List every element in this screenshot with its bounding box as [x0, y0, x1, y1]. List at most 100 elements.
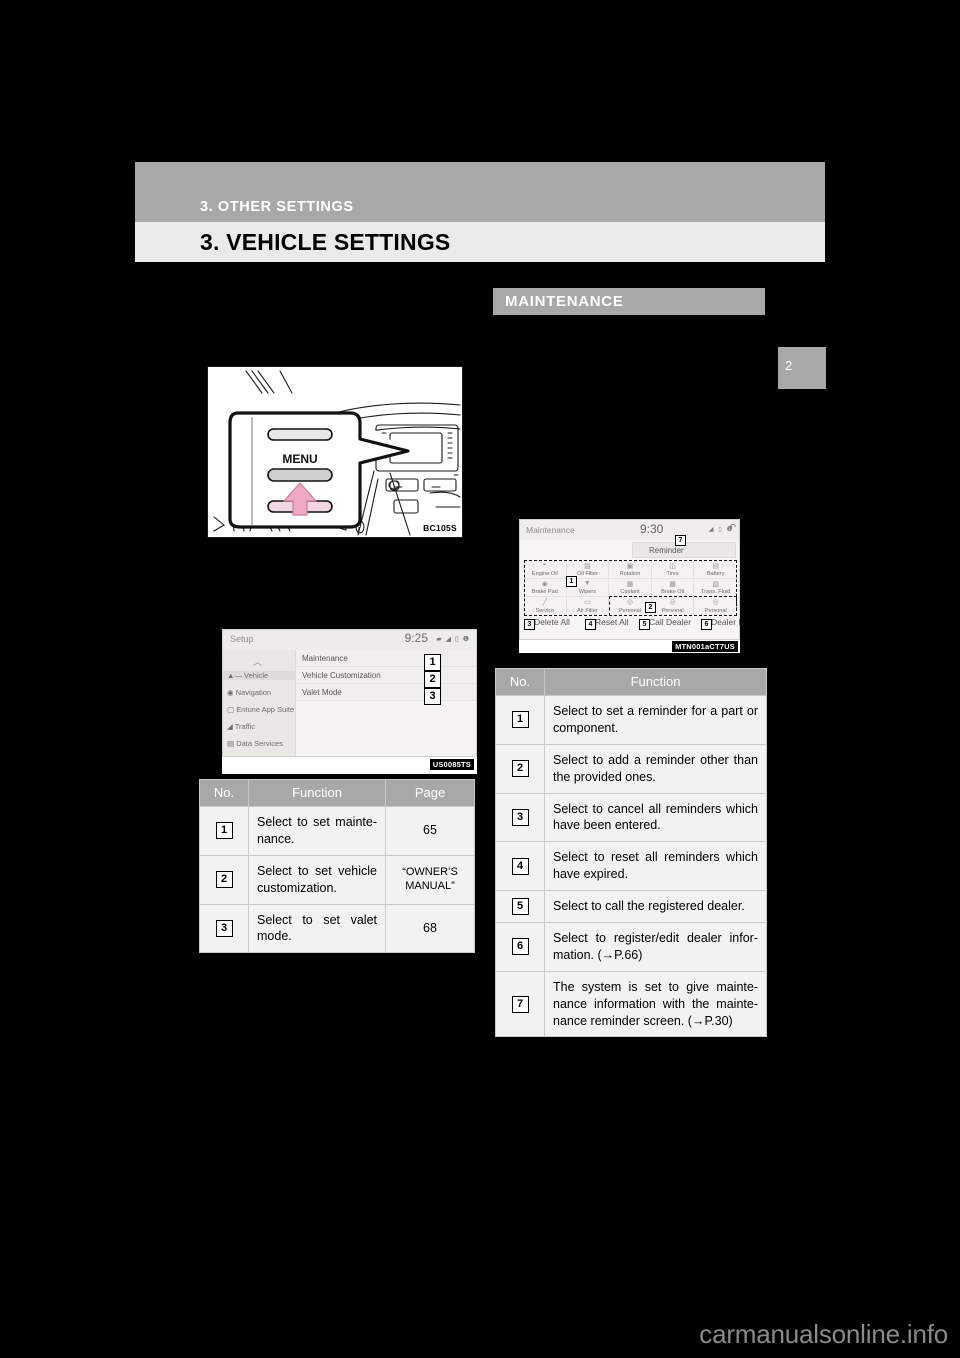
- figure-maintenance-screen: Maintenance 9:30 ◢ ▯ ❶ Reminder ↶ ◓ Engi…: [519, 519, 740, 653]
- trans-fluid-icon: ▧: [712, 581, 719, 588]
- menu-button-label: MENU: [282, 452, 317, 466]
- row-no-cell: 5: [495, 890, 545, 923]
- row-badge: 2: [215, 871, 233, 889]
- table-header-row: No. Function: [495, 668, 767, 696]
- row-function-cell: Select to register/edit dealer infor-mat…: [544, 922, 767, 972]
- dealer-info-button[interactable]: Dealer Info: [711, 617, 740, 627]
- col-header-page: Page: [385, 779, 475, 807]
- row-badge: 4: [511, 857, 529, 875]
- setup-row-maintenance[interactable]: Maintenance: [296, 650, 476, 667]
- maintenance-item-engine-oil[interactable]: ◓ Engine Oil: [524, 561, 567, 579]
- table-row: 5 Select to call the registered dealer.: [495, 890, 767, 923]
- col-header-no: No.: [199, 779, 249, 807]
- reset-all-button[interactable]: Reset All: [595, 617, 629, 627]
- row-badge: 1: [215, 822, 233, 840]
- brake-oil-icon: ▩: [669, 581, 676, 588]
- row-no-cell: 4: [495, 841, 545, 891]
- row-function-cell: Select to set vehicle customization.: [248, 854, 386, 905]
- setup-row-vehicle-customization[interactable]: Vehicle Customization: [296, 667, 476, 684]
- maintenance-item-label: Rotation: [619, 570, 641, 577]
- row-function-cell: Select to set mainte-nance.: [248, 806, 386, 856]
- maintenance-item-trans-fluid[interactable]: ▧ Trans. Fluid: [694, 579, 737, 597]
- row-badge: 2: [511, 760, 529, 778]
- section-heading-label: MAINTENANCE: [505, 293, 624, 310]
- maintenance-item-label: Personal: [661, 607, 684, 614]
- maintenance-item-rotation[interactable]: ▣ Rotation: [609, 561, 652, 579]
- table-row: 7 The system is set to give mainte-nance…: [495, 970, 767, 1038]
- row-no-cell: 3: [495, 792, 545, 843]
- maintenance-item-brake-oil[interactable]: ▩ Brake Oil: [651, 579, 695, 597]
- col-header-function: Function: [248, 779, 386, 807]
- tire-rotation-icon: ▣: [626, 563, 634, 570]
- engine-oil-icon: ◓: [542, 562, 547, 569]
- table-header-row: No. Function Page: [199, 779, 475, 807]
- maintenance-item-personal-2[interactable]: ◎ Personal: [651, 597, 695, 615]
- maintenance-clock: 9:30: [640, 522, 664, 536]
- setup-row-label: Maintenance: [302, 653, 348, 663]
- left-function-table: No. Function Page 1 Select to set mainte…: [199, 779, 475, 954]
- chapter-label: 3. OTHER SETTINGS: [200, 199, 354, 215]
- maintenance-item-label: Wipers: [578, 588, 597, 595]
- maintenance-item-air-filter[interactable]: ▭ Air Filter: [566, 597, 610, 615]
- sidebar-item-traffic[interactable]: ◢ Traffic: [227, 722, 255, 731]
- page-title: 3. VEHICLE SETTINGS: [200, 229, 451, 255]
- sidebar-item-vehicle[interactable]: ▲— Vehicle: [223, 671, 299, 680]
- row-function-cell: Select to cancel all reminders which hav…: [544, 792, 767, 843]
- compass-icon: ◉: [227, 688, 234, 697]
- setup-status-icons: ▰ ◢ ▯ ❶: [436, 636, 470, 643]
- row-no-cell: 6: [495, 922, 545, 972]
- maintenance-item-service[interactable]: ╱ Service: [524, 597, 567, 615]
- maintenance-item-label: Engine Oil: [531, 570, 558, 577]
- right-function-table: No. Function 1 Select to set a reminder …: [495, 668, 767, 1038]
- sidebar-item-navigation[interactable]: ◉ Navigation: [227, 688, 271, 697]
- call-dealer-button[interactable]: Call Dealer: [649, 617, 691, 627]
- coolant-icon: ▦: [626, 581, 634, 588]
- row-badge: 5: [511, 898, 529, 915]
- row-function-cell: Select to call the registered dealer.: [544, 890, 767, 923]
- callout-badge-2: 2: [424, 671, 441, 688]
- maintenance-item-label: Brake Oil: [661, 588, 685, 595]
- figure-code-maintenance: MTN001aCT7US: [672, 641, 738, 652]
- maintenance-item-label: Service: [535, 607, 555, 614]
- sidebar-item-entune-app-suite[interactable]: ▢ Entune App Suite: [227, 705, 294, 714]
- back-arrow-icon[interactable]: ↶: [728, 522, 736, 533]
- row-function-cell: Select to set a reminder for a part or c…: [544, 695, 767, 745]
- maintenance-item-label: Brake Pad: [531, 588, 558, 595]
- row-function-cell: Select to add a reminder other than the …: [544, 743, 767, 794]
- table-row: 1 Select to set a reminder for a part or…: [495, 695, 767, 745]
- delete-all-button[interactable]: Delete All: [534, 617, 570, 627]
- setup-status-bar: Setup 9:25 ▰ ◢ ▯ ❶: [223, 630, 476, 651]
- maintenance-item-coolant[interactable]: ▦ Coolant: [609, 579, 652, 597]
- row-no-cell: 1: [199, 806, 249, 856]
- sidebar-item-label: Vehicle: [244, 671, 269, 680]
- setup-row-valet-mode[interactable]: Valet Mode: [296, 684, 476, 701]
- callout-badge-1: 1: [424, 654, 441, 671]
- row-no-cell: 2: [495, 743, 545, 794]
- row-no-cell: 3: [199, 903, 249, 954]
- table-row: 1 Select to set mainte-nance. 65: [199, 806, 475, 856]
- maintenance-item-tires[interactable]: ◫ Tires: [651, 561, 695, 579]
- maintenance-item-label: Air Filter: [576, 607, 598, 614]
- app-icon: ▢: [227, 705, 235, 714]
- section-heading-maintenance: MAINTENANCE: [493, 288, 765, 315]
- table-row: 3 Select to set valet mode. 68: [199, 903, 475, 954]
- scroll-up-icon[interactable]: ︿: [253, 655, 262, 668]
- row-no-cell: 7: [495, 970, 545, 1038]
- sidebar-item-label: Data Services: [236, 739, 283, 748]
- figure-dashboard-menu-button: MENU BC105S: [207, 366, 463, 538]
- maintenance-screen-title: Maintenance: [526, 525, 575, 535]
- personal-icon: ◎: [626, 599, 634, 606]
- maintenance-item-personal-3[interactable]: ◎ Personal: [694, 597, 737, 615]
- maintenance-item-label: Personal: [704, 607, 727, 614]
- data-icon: ▤: [227, 739, 235, 748]
- brake-pad-icon: ◉: [541, 581, 548, 588]
- figure-code-dashboard: BC105S: [423, 523, 457, 533]
- table-row: 2 Select to add a reminder other than th…: [495, 743, 767, 794]
- row-no-cell: 2: [199, 854, 249, 905]
- sidebar-item-data-services[interactable]: ▤ Data Services: [227, 739, 283, 748]
- maintenance-item-battery[interactable]: ▤ Battery: [694, 561, 737, 579]
- table-row: 3 Select to cancel all reminders which h…: [495, 792, 767, 843]
- maintenance-item-brake-pad[interactable]: ◉ Brake Pad: [524, 579, 567, 597]
- row-function-cell: Select to reset all reminders which have…: [544, 841, 767, 891]
- air-filter-icon: ▭: [584, 599, 591, 606]
